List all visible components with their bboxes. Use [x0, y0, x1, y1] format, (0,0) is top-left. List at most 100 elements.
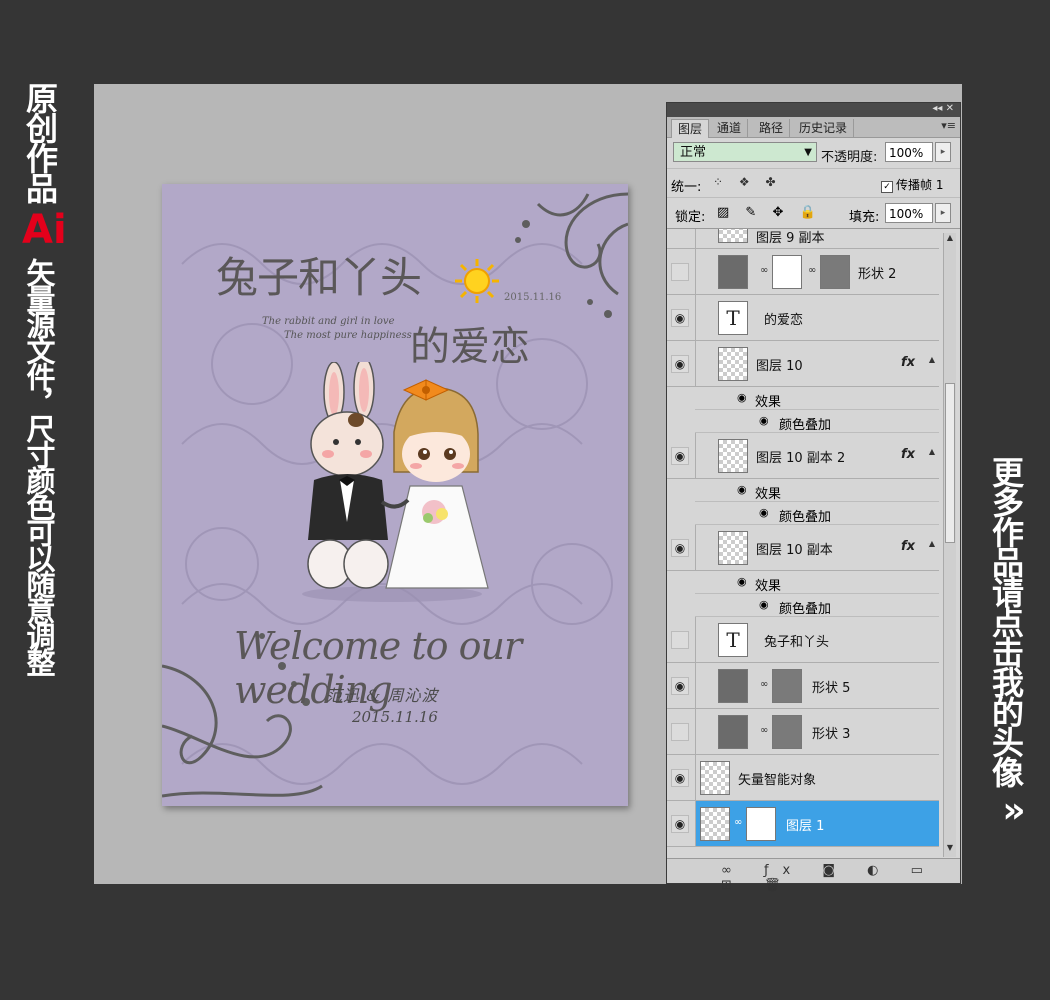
layer-row-selected[interactable]: ◉ ∞ 图层 1: [667, 801, 939, 847]
eye-icon[interactable]: ◉: [671, 355, 689, 373]
eye-icon[interactable]: ◉: [759, 414, 769, 427]
effects-label: 效果: [755, 487, 782, 502]
eye-icon[interactable]: ◉: [737, 575, 747, 588]
eye-icon[interactable]: ◉: [737, 483, 747, 496]
chain-link-icon[interactable]: ∞: [808, 265, 816, 276]
fx-icon[interactable]: fx: [901, 539, 915, 554]
eye-icon[interactable]: ◉: [671, 447, 689, 465]
layers-panel[interactable]: ◂◂ ✕ 图层 通道 路径 历史记录 ▾≡ 正常 ▼ 不透明度: 100% ▸ …: [666, 102, 961, 893]
layer-name: 图层 9 副本: [756, 231, 825, 246]
layer-row[interactable]: 图层 9 副本: [667, 229, 939, 249]
collapse-effects-icon[interactable]: ▲: [929, 447, 935, 456]
layer-row[interactable]: ◉ 图层 10 fx ▲: [667, 341, 939, 387]
ai-logo-text: Ai: [22, 207, 67, 253]
tab-paths[interactable]: 路径: [753, 119, 791, 137]
opacity-input[interactable]: 100%: [885, 142, 933, 162]
fill-slider-button[interactable]: ▸: [935, 203, 951, 223]
layer-content: T 兔子和丫头: [695, 617, 939, 662]
layer-content: T 的爱恋: [695, 295, 939, 340]
color-overlay-row[interactable]: ◉ 颜色叠加: [695, 502, 939, 525]
chain-link-icon[interactable]: ∞: [760, 679, 768, 690]
double-chevron-icon[interactable]: »: [988, 790, 1032, 831]
opacity-slider-button[interactable]: ▸: [935, 142, 951, 162]
layer-content: 图层 10 副本 2 fx ▲: [695, 433, 939, 478]
layers-scrollbar[interactable]: ▲ ▼: [943, 233, 956, 857]
right-promo-banner[interactable]: 更多作品请点击我的头像 »: [987, 456, 1032, 831]
layer-row[interactable]: ◉ ∞ 形状 5: [667, 663, 939, 709]
opacity-label: 不透明度:: [821, 150, 878, 165]
propagate-frame-checkbox[interactable]: ✓ 传播帧 1: [881, 176, 943, 193]
collapse-effects-icon[interactable]: ▲: [929, 355, 935, 364]
scroll-up-icon[interactable]: ▲: [944, 233, 956, 247]
chain-link-icon[interactable]: ∞: [760, 265, 768, 276]
panel-title-bar[interactable]: ◂◂ ✕: [667, 103, 960, 117]
layer-row[interactable]: ∞ ∞ 形状 2: [667, 249, 939, 295]
visibility-toggle-off[interactable]: [671, 263, 689, 281]
layer-name: 图层 10 副本 2: [756, 451, 846, 466]
layer-row[interactable]: ◉ 图层 10 副本 fx ▲: [667, 525, 939, 571]
layer-name: 图层 10: [756, 359, 803, 374]
eye-icon[interactable]: ◉: [759, 506, 769, 519]
scrollbar-thumb[interactable]: [945, 383, 955, 543]
fx-icon[interactable]: fx: [901, 355, 915, 370]
poster-date-top: 2015.11.16: [504, 292, 562, 303]
layer-row[interactable]: ◉ 图层 10 副本 2 fx ▲: [667, 433, 939, 479]
fill-label: 填充:: [849, 210, 880, 225]
scroll-down-icon[interactable]: ▼: [944, 843, 956, 857]
tab-history[interactable]: 历史记录: [793, 119, 855, 137]
wedding-date: 2015.11.16: [352, 708, 438, 726]
checkbox-checked-icon[interactable]: ✓: [881, 181, 893, 193]
eye-icon[interactable]: ◉: [671, 815, 689, 833]
layer-name: 形状 3: [812, 727, 851, 742]
unify-position-visibility-style-icons[interactable]: ⁘ ❖ ✤: [713, 175, 782, 189]
tab-layers[interactable]: 图层: [671, 119, 710, 138]
effects-row[interactable]: ◉ 效果: [695, 387, 939, 410]
visibility-toggle-off[interactable]: [671, 631, 689, 649]
eye-icon[interactable]: ◉: [671, 309, 689, 327]
layer-content: ∞ ∞ 形状 2: [695, 249, 939, 294]
color-overlay-row[interactable]: ◉ 颜色叠加: [695, 410, 939, 433]
top-right-flourish: [515, 192, 628, 318]
chain-link-icon[interactable]: ∞: [760, 725, 768, 736]
layer-name: 图层 10 副本: [756, 543, 833, 558]
layer-mask-thumbnail: [772, 255, 802, 289]
chain-link-icon[interactable]: ∞: [734, 817, 742, 828]
layer-row[interactable]: ◉ T 的爱恋: [667, 295, 939, 341]
collapse-effects-icon[interactable]: ▲: [929, 539, 935, 548]
eye-icon[interactable]: ◉: [737, 391, 747, 404]
lock-options-icons[interactable]: ▨ ✎ ✥ 🔒: [717, 205, 822, 220]
wedding-poster-artboard[interactable]: 兔子和丫头 2015.11.16 The rabbit and girl in …: [162, 184, 628, 806]
blend-mode-select[interactable]: 正常 ▼: [673, 142, 817, 162]
effects-label: 效果: [755, 395, 782, 410]
fill-input[interactable]: 100%: [885, 203, 933, 223]
eye-icon[interactable]: ◉: [671, 769, 689, 787]
tab-channels[interactable]: 通道: [711, 119, 749, 137]
panel-menu-icon[interactable]: ▾≡: [941, 119, 956, 132]
layer-content: ∞ 图层 1: [695, 801, 939, 846]
unify-label: 统一:: [671, 180, 702, 195]
more-works-label[interactable]: 更多作品请点击我的头像: [987, 456, 1025, 786]
effects-row[interactable]: ◉ 效果: [695, 479, 939, 502]
chevron-down-icon: ▼: [804, 147, 812, 158]
layer-row[interactable]: ∞ 形状 3: [667, 709, 939, 755]
panel-collapse-close-icon[interactable]: ◂◂ ✕: [932, 103, 954, 114]
eye-icon[interactable]: ◉: [671, 677, 689, 695]
layer-row[interactable]: T 兔子和丫头: [667, 617, 939, 663]
propagate-label: 传播帧: [896, 178, 933, 192]
layer-actions-icons[interactable]: ∞ ƒx ◙ ◐ ▭ ⊞ 🗑: [721, 863, 960, 893]
fx-icon[interactable]: fx: [901, 447, 915, 462]
layers-list[interactable]: 图层 9 副本 ∞ ∞ 形状 2 ◉ T 的爱恋 ◉ 图层 10 fx ▲ ◉ …: [667, 229, 939, 859]
layer-thumbnail: [718, 531, 748, 565]
blend-row: 正常 ▼ 不透明度: 100% ▸: [667, 138, 960, 169]
effects-row[interactable]: ◉ 效果: [695, 571, 939, 594]
eye-icon[interactable]: ◉: [759, 598, 769, 611]
eye-icon[interactable]: ◉: [671, 539, 689, 557]
poster-subtitle-2: The most pure happiness: [284, 330, 412, 341]
layer-content: ∞ 形状 3: [695, 709, 939, 754]
layer-name: 矢量智能对象: [738, 773, 817, 788]
vector-mask-thumbnail: [772, 715, 802, 749]
color-overlay-row[interactable]: ◉ 颜色叠加: [695, 594, 939, 617]
visibility-toggle-off[interactable]: [671, 723, 689, 741]
couple-names: 范迅 & 周沁波: [326, 686, 439, 705]
layer-row[interactable]: ◉ 矢量智能对象: [667, 755, 939, 801]
